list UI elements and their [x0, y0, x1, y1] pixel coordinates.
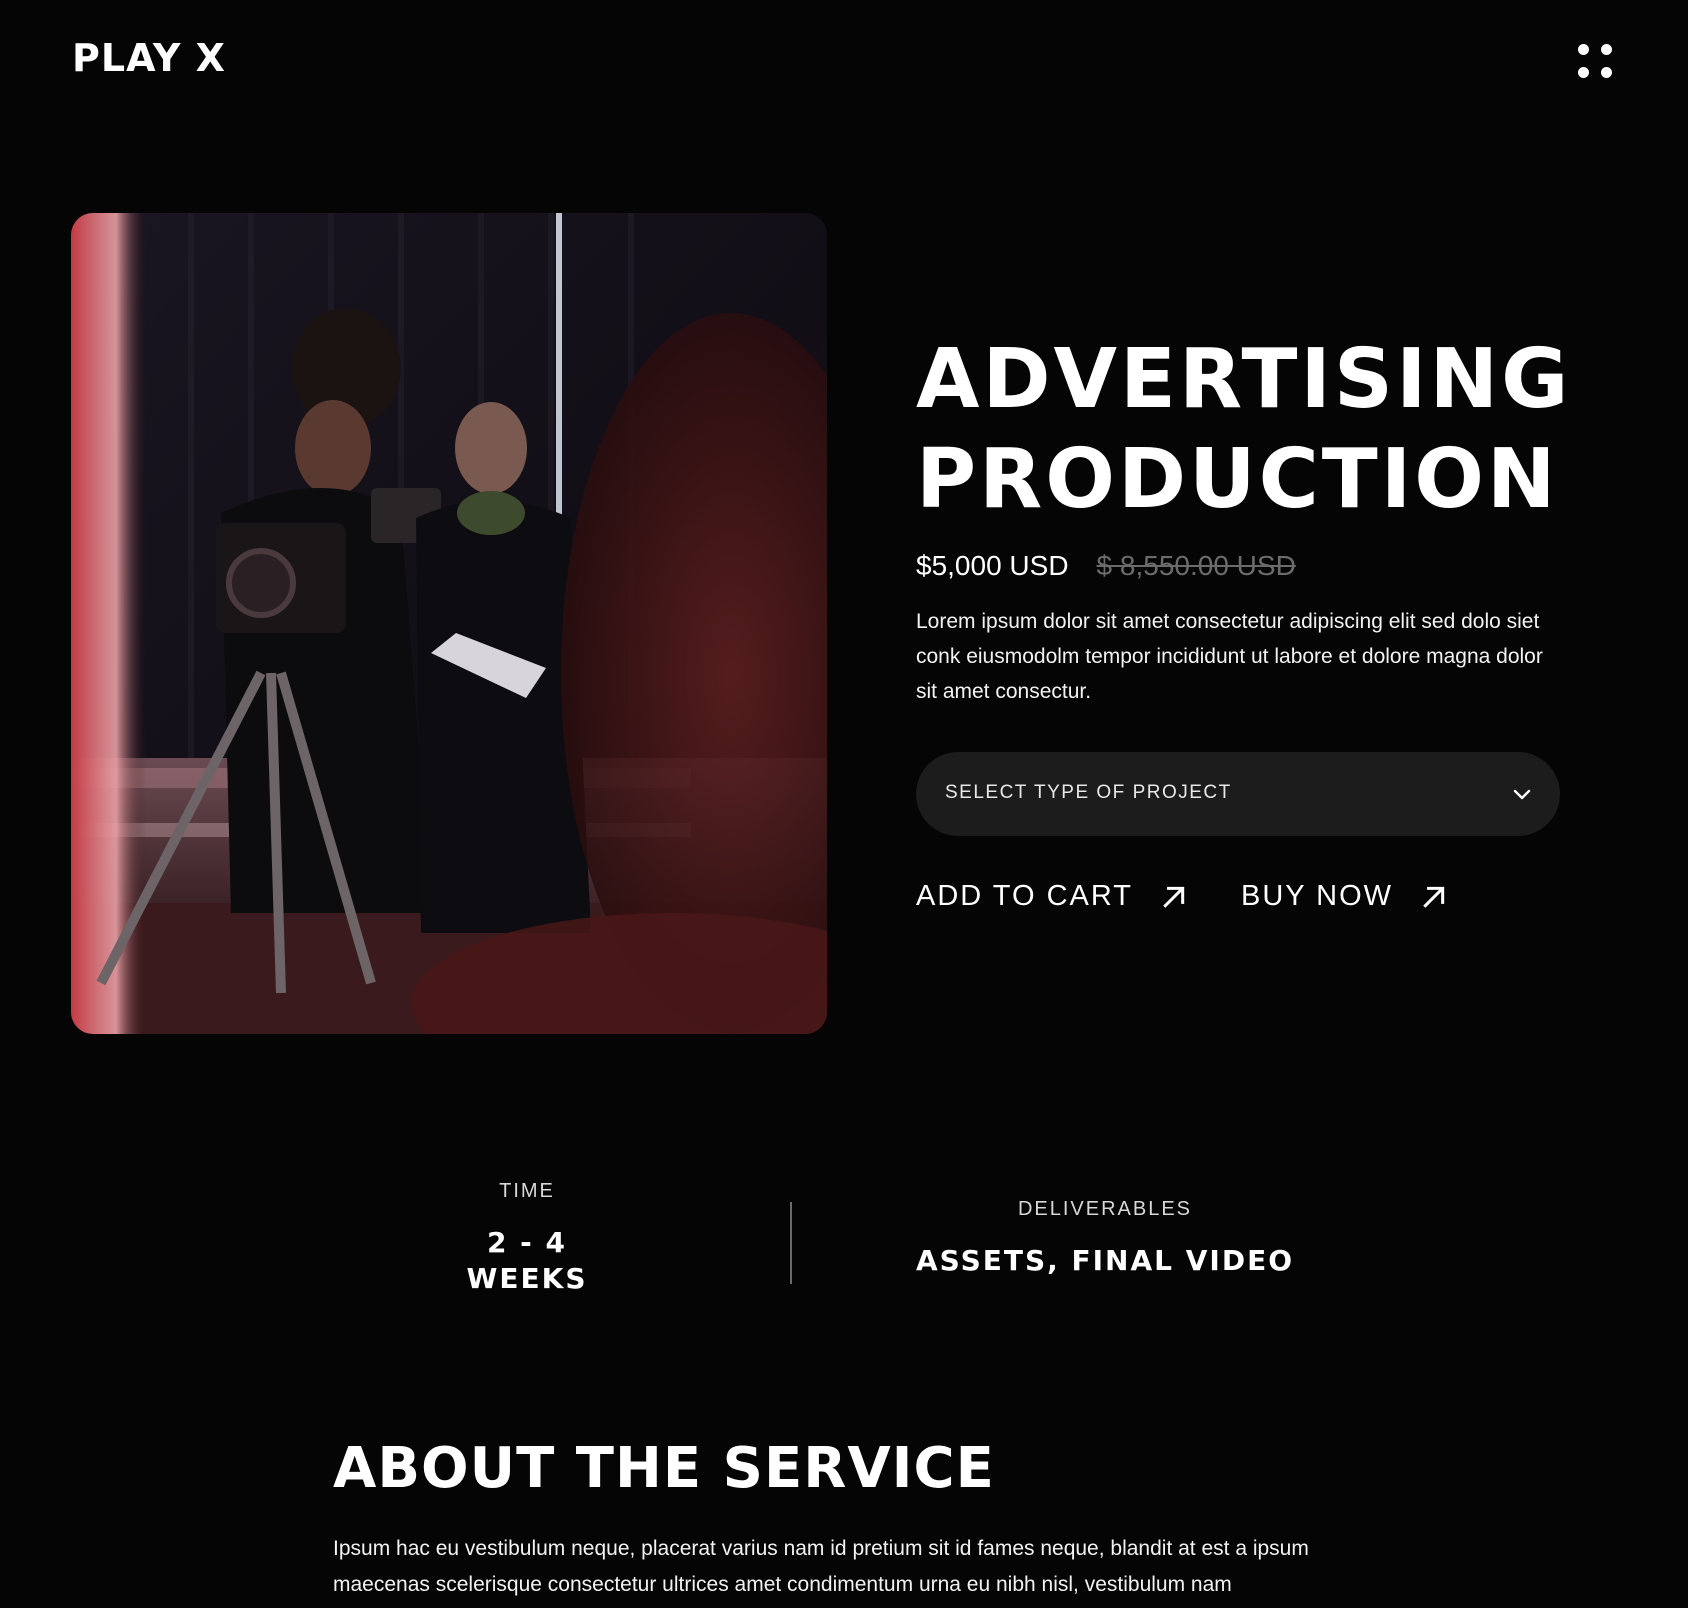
time-value-line-1: 2 - 4	[486, 1226, 568, 1259]
deliverables-label: DELIVERABLES	[1017, 1198, 1193, 1220]
price-row: $5,000 USD $ 8,550.00 USD	[916, 550, 1606, 582]
title-line-1: ADVERTISING	[916, 332, 1572, 427]
arrow-up-right-icon	[1163, 886, 1185, 908]
time-value-line-2: WEEKS	[466, 1262, 588, 1295]
about-title: ABOUT THE SERVICE	[333, 1436, 995, 1501]
title-line-2: PRODUCTION	[916, 432, 1559, 527]
product-image	[71, 213, 827, 1034]
about-section: ABOUT THE SERVICE Ipsum hac eu vestibulu…	[333, 1436, 1383, 1603]
stat-deliverables: DELIVERABLES ASSETS, FINAL VIDEO	[860, 1198, 1350, 1279]
time-label: TIME	[499, 1180, 555, 1202]
product-title: ADVERTISING PRODUCTION	[916, 330, 1606, 530]
time-value: 2 - 4 WEEKS	[400, 1225, 654, 1297]
add-to-cart-button[interactable]: ADD TO CART	[916, 880, 1187, 913]
chevron-down-icon	[1513, 789, 1531, 800]
add-to-cart-label: ADD TO CART	[916, 880, 1133, 912]
stat-time: TIME 2 - 4 WEEKS	[400, 1180, 654, 1297]
logo[interactable]: PLAY X	[72, 36, 226, 80]
stat-divider	[790, 1202, 792, 1284]
grid-dots-icon[interactable]	[1578, 44, 1616, 82]
site-header: PLAY X	[0, 0, 1688, 130]
old-price: $ 8,550.00 USD	[1096, 550, 1296, 581]
arrow-up-right-icon	[1423, 886, 1445, 908]
select-placeholder: SELECT TYPE OF PROJECT	[945, 782, 1232, 803]
action-buttons: ADD TO CART BUY NOW	[916, 880, 1447, 913]
product-description: Lorem ipsum dolor sit amet consectetur a…	[916, 610, 1543, 703]
current-price: $5,000 USD	[916, 550, 1069, 581]
deliverables-value: ASSETS, FINAL VIDEO	[915, 1244, 1295, 1277]
about-text: Ipsum hac eu vestibulum neque, placerat …	[333, 1537, 1309, 1596]
buy-now-button[interactable]: BUY NOW	[1241, 880, 1447, 913]
project-type-select[interactable]: SELECT TYPE OF PROJECT	[916, 752, 1560, 836]
buy-now-label: BUY NOW	[1241, 880, 1394, 912]
product-info: ADVERTISING PRODUCTION $5,000 USD $ 8,55…	[916, 330, 1606, 709]
service-stats: TIME 2 - 4 WEEKS DELIVERABLES ASSETS, FI…	[0, 1160, 1688, 1320]
